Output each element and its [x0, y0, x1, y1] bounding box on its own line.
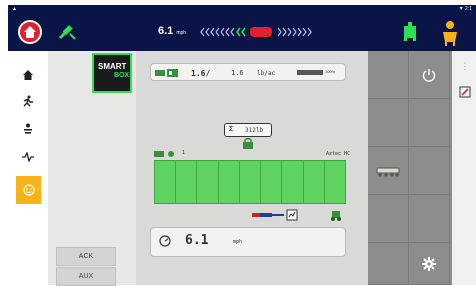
row-sections[interactable]	[154, 160, 346, 204]
signal-icon	[22, 152, 34, 162]
row-section	[282, 161, 304, 203]
status-right: ▼ 2:1	[458, 6, 472, 12]
tank-level-percent: 100%	[325, 69, 336, 74]
nav-active-smiley[interactable]	[16, 176, 41, 204]
top-speed-unit: mph	[176, 30, 187, 36]
satellite-icon[interactable]	[56, 22, 78, 42]
hopper-icon	[155, 69, 178, 77]
total-applied-box[interactable]: Σ 312lb	[224, 123, 272, 137]
row-section	[261, 161, 283, 203]
grid-cell-8[interactable]	[409, 195, 450, 243]
speed-unit: mph	[233, 239, 243, 245]
nav-home[interactable]	[16, 63, 40, 87]
power-icon	[422, 68, 436, 82]
rate-card[interactable]: 1.6/ 1.6 lb/ac 100%	[150, 63, 346, 81]
screen: ▲ ▼ 2:1 6.1 mph SMART BOX ACK AUX 1.6/ 1…	[0, 0, 476, 286]
settings-gear-icon	[422, 256, 436, 271]
settings-button[interactable]	[409, 243, 450, 285]
tractor-icon[interactable]	[330, 209, 342, 221]
speed-value: 6.1	[185, 233, 209, 248]
smartbox-label-1: SMART	[98, 62, 127, 71]
row-section	[325, 161, 345, 203]
product-name: Aztec HC	[326, 151, 351, 157]
grid-cell-7[interactable]	[368, 195, 409, 243]
prescription-flag-icon[interactable]	[252, 211, 284, 219]
speed-card[interactable]: 6.1 mph	[150, 227, 346, 257]
rate-unit: lb/ac	[257, 70, 276, 77]
edit-button[interactable]	[458, 85, 472, 99]
row-section	[176, 161, 198, 203]
nav-person[interactable]	[16, 117, 40, 141]
person-icon	[24, 123, 32, 134]
runner-icon	[23, 95, 33, 107]
nav-signal[interactable]	[16, 145, 40, 169]
implement-icon	[376, 167, 400, 177]
row-unit-icon	[154, 151, 174, 157]
lock-icon[interactable]	[242, 137, 254, 149]
rate-actual: 1.6/	[191, 69, 211, 78]
right-button-grid	[368, 51, 452, 285]
speedometer-icon	[159, 235, 171, 247]
implement-view-button[interactable]	[368, 147, 409, 195]
row-section	[197, 161, 219, 203]
sigma-symbol: Σ	[229, 126, 234, 133]
smartbox-button[interactable]: SMART BOX	[92, 53, 132, 93]
edit-pencil-icon	[459, 86, 471, 98]
grid-cell-4[interactable]	[409, 99, 450, 147]
row-section	[219, 161, 240, 203]
main-run-panel: 1.6/ 1.6 lb/ac 100% Σ 312lb 1 Aztec HC 6…	[136, 51, 368, 285]
tank-level-bar	[297, 70, 323, 75]
operator-icon[interactable]	[440, 20, 460, 46]
top-speed-readout: 6.1 mph	[158, 25, 186, 37]
aux-button[interactable]: AUX	[56, 267, 116, 286]
row-section	[240, 161, 262, 203]
product-number: 1	[182, 150, 186, 156]
row-section	[304, 161, 325, 203]
home-icon	[23, 70, 33, 80]
row-section	[155, 161, 177, 203]
guidance-lightbar	[200, 27, 312, 37]
power-button[interactable]	[409, 51, 450, 99]
smartbox-label-2: BOX	[114, 72, 130, 79]
implement-status-icon[interactable]	[402, 20, 418, 42]
ack-button[interactable]: ACK	[56, 247, 116, 266]
home-button[interactable]	[18, 20, 42, 44]
left-panel: SMART BOX ACK AUX	[48, 51, 136, 286]
grid-cell-9[interactable]	[368, 243, 409, 285]
total-applied-value: 312lb	[245, 127, 264, 134]
grid-cell-1[interactable]	[368, 51, 409, 99]
status-left: ▲	[12, 6, 17, 12]
top-speed-value: 6.1	[158, 25, 174, 37]
system-status-bar: ▲ ▼ 2:1	[8, 5, 476, 13]
smiley-icon	[22, 184, 35, 196]
top-bar: 6.1 mph	[8, 13, 476, 51]
more-menu-button[interactable]: ⋮	[458, 59, 472, 73]
nav-work[interactable]	[16, 89, 40, 113]
grid-cell-6[interactable]	[409, 147, 450, 195]
grid-cell-3[interactable]	[368, 99, 409, 147]
right-edge-strip: ⋮	[452, 51, 476, 285]
home-icon	[24, 26, 36, 38]
report-icon[interactable]	[286, 209, 298, 221]
rate-target: 1.6	[231, 69, 244, 77]
left-nav	[8, 51, 48, 285]
